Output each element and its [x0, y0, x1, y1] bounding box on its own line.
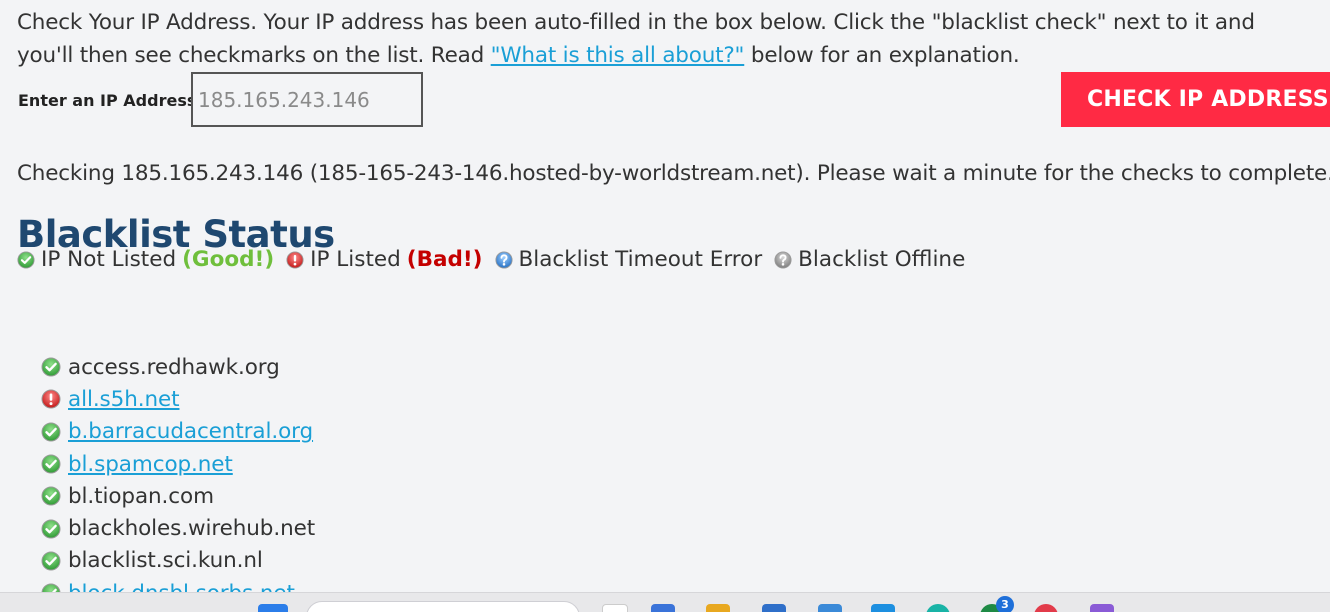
check-circle-icon [41, 357, 61, 377]
app-icon[interactable] [871, 604, 895, 612]
list-item: access.redhawk.org [41, 351, 315, 383]
blacklist-name: blackholes.wirehub.net [68, 516, 316, 542]
legend-timeout-label: Blacklist Timeout Error [518, 247, 763, 272]
notification-badge: 3 [996, 596, 1014, 612]
app-icon[interactable] [762, 604, 786, 612]
check-circle-icon [41, 551, 61, 571]
check-circle-icon [41, 519, 61, 539]
check-circle-icon [41, 422, 61, 442]
alert-circle-icon [286, 251, 304, 269]
taskbar-search-box[interactable] [306, 601, 580, 612]
legend-not-listed-label: IP Not Listed [41, 247, 177, 272]
list-item: bl.tiopan.com [41, 480, 315, 512]
file-icon[interactable] [602, 604, 628, 612]
blacklist-link[interactable]: b.barracudacentral.org [68, 419, 313, 444]
check-circle-icon [17, 251, 35, 269]
ip-address-label: Enter an IP Address [18, 91, 197, 110]
blacklist-list: access.redhawk.org all.s5h.net b.barracu… [41, 351, 315, 609]
blacklist-name: blacklist.sci.kun.nl [68, 548, 263, 574]
intro-text-end: below for an explanation. [744, 43, 1020, 68]
what-is-this-link[interactable]: "What is this all about?" [491, 43, 745, 68]
chrome-icon[interactable] [1034, 604, 1058, 612]
alert-circle-icon [41, 389, 61, 409]
taskbar: 3 [0, 592, 1330, 612]
legend-offline: Blacklist Offline [774, 244, 965, 276]
check-circle-icon [41, 486, 61, 506]
check-circle-icon [41, 454, 61, 474]
list-item: bl.spamcop.net [41, 448, 315, 480]
legend-listed-label: IP Listed [310, 247, 401, 272]
legend-listed: IP Listed (Bad!) [286, 244, 483, 276]
question-circle-grey-icon [774, 251, 792, 269]
list-item: b.barracudacentral.org [41, 416, 315, 448]
legend-offline-label: Blacklist Offline [798, 247, 966, 272]
status-legend: IP Not Listed (Good!) IP Listed (Bad!) B… [17, 244, 977, 276]
checking-status-text: Checking 185.165.243.146 (185-165-243-14… [17, 161, 1330, 186]
ip-address-input[interactable] [191, 72, 423, 127]
blacklist-check-page: Check Your IP Address. Your IP address h… [0, 0, 1330, 612]
legend-timeout: Blacklist Timeout Error [495, 244, 763, 276]
app-icon[interactable] [1090, 604, 1114, 612]
question-circle-blue-icon [495, 251, 513, 269]
store-icon[interactable] [818, 604, 842, 612]
folder-icon[interactable] [706, 604, 730, 612]
blacklist-link[interactable]: bl.spamcop.net [68, 452, 233, 477]
start-menu-icon[interactable] [258, 604, 288, 612]
blacklist-link[interactable]: all.s5h.net [68, 387, 180, 412]
blacklist-name: access.redhawk.org [68, 354, 280, 380]
app-icon[interactable] [651, 604, 675, 612]
blacklist-name: bl.tiopan.com [68, 483, 214, 509]
list-item: all.s5h.net [41, 383, 315, 415]
legend-bad-label: (Bad!) [406, 247, 483, 272]
list-item: blacklist.sci.kun.nl [41, 545, 315, 577]
list-item: blackholes.wirehub.net [41, 512, 315, 544]
browser-icon[interactable] [926, 604, 950, 612]
legend-good-label: (Good!) [182, 247, 275, 272]
check-ip-button[interactable]: CHECK IP ADDRESS [1061, 72, 1330, 127]
intro-paragraph: Check Your IP Address. Your IP address h… [17, 6, 1317, 72]
legend-not-listed: IP Not Listed (Good!) [17, 244, 274, 276]
